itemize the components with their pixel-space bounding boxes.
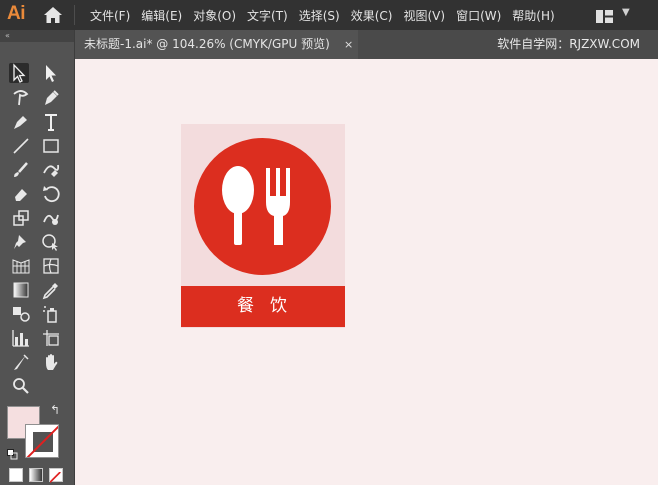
document-tab[interactable]: 未标题-1.ai* @ 104.26% (CMYK/GPU 预览) × [75,30,358,59]
menu-file[interactable]: 文件(F) [90,7,130,24]
close-icon[interactable]: × [344,30,353,59]
menu-effect[interactable]: 效果(C) [351,7,393,24]
line-segment-tool-icon[interactable] [11,136,31,156]
warp-tool-icon[interactable] [41,208,61,228]
menu-select[interactable]: 选择(S) [299,7,340,24]
mesh-tool-icon[interactable] [41,256,61,276]
scale-tool-icon[interactable] [11,208,31,228]
hand-tool-icon[interactable] [41,352,61,372]
eraser-tool-icon[interactable] [11,184,31,204]
document-tab-bar: 未标题-1.ai* @ 104.26% (CMYK/GPU 预览) × 软件自学… [75,30,658,59]
default-fill-stroke-icon[interactable] [7,445,18,460]
watermark-text: 软件自学网：RJZXW.COM [497,37,640,51]
perspective-grid-tool-icon[interactable] [11,256,31,276]
banner-label[interactable]: 餐饮 [181,286,345,327]
direct-selection-tool-icon[interactable] [41,63,61,83]
menu-help[interactable]: 帮助(H) [512,7,554,24]
color-mode-icon[interactable] [9,468,23,482]
shape-builder-tool-icon[interactable] [41,232,61,252]
menu-bar: Ai 文件(F) 编辑(E) 对象(O) 文字(T) 选择(S) 效果(C) 视… [0,0,658,30]
column-graph-tool-icon[interactable] [11,328,31,348]
paintbrush-tool-icon[interactable] [11,160,31,180]
selection-tool-icon[interactable] [9,63,29,83]
curvature-tool-icon[interactable] [11,112,31,132]
menu-window[interactable]: 窗口(W) [456,7,501,24]
menu-edit[interactable]: 编辑(E) [141,7,182,24]
gradient-tool-icon[interactable] [11,280,31,300]
eyedropper-tool-icon[interactable] [41,280,61,300]
collapse-toolbar-icon[interactable]: « [0,30,74,42]
menu-list: 文件(F) 编辑(E) 对象(O) 文字(T) 选择(S) 效果(C) 视图(V… [90,0,566,30]
workspace-layout-icon[interactable] [596,8,613,23]
gradient-mode-icon[interactable] [29,468,43,482]
chevron-down-icon[interactable]: ▼ [622,7,630,18]
menu-type[interactable]: 文字(T) [247,7,288,24]
shaper-tool-icon[interactable] [41,160,61,180]
document-tab-title: 未标题-1.ai* @ 104.26% (CMYK/GPU 预览) [84,37,330,51]
symbol-sprayer-tool-icon[interactable] [41,304,61,324]
artboard-tool-icon[interactable] [41,328,61,348]
blend-tool-icon[interactable] [11,304,31,324]
zoom-tool-icon[interactable] [11,376,31,396]
menu-object[interactable]: 对象(O) [193,7,236,24]
app-logo: Ai [7,3,26,24]
pen-tool-icon[interactable] [41,88,61,108]
menu-view[interactable]: 视图(V) [403,7,445,24]
pin-tool-icon[interactable] [11,232,31,252]
type-tool-icon[interactable] [41,112,61,132]
swap-fill-stroke-icon[interactable]: ↰ [50,403,60,417]
magic-wand-tool-icon[interactable] [11,88,31,108]
none-mode-icon[interactable] [49,468,63,483]
tools-panel: « ↰ [0,30,75,485]
home-icon[interactable] [43,6,63,24]
menu-separator [74,5,75,25]
rotate-tool-icon[interactable] [41,184,61,204]
rectangle-tool-icon[interactable] [41,136,61,156]
slice-tool-icon[interactable] [11,352,31,372]
stroke-color-swatch[interactable] [25,424,59,458]
spoon-fork-icon[interactable] [194,138,331,275]
